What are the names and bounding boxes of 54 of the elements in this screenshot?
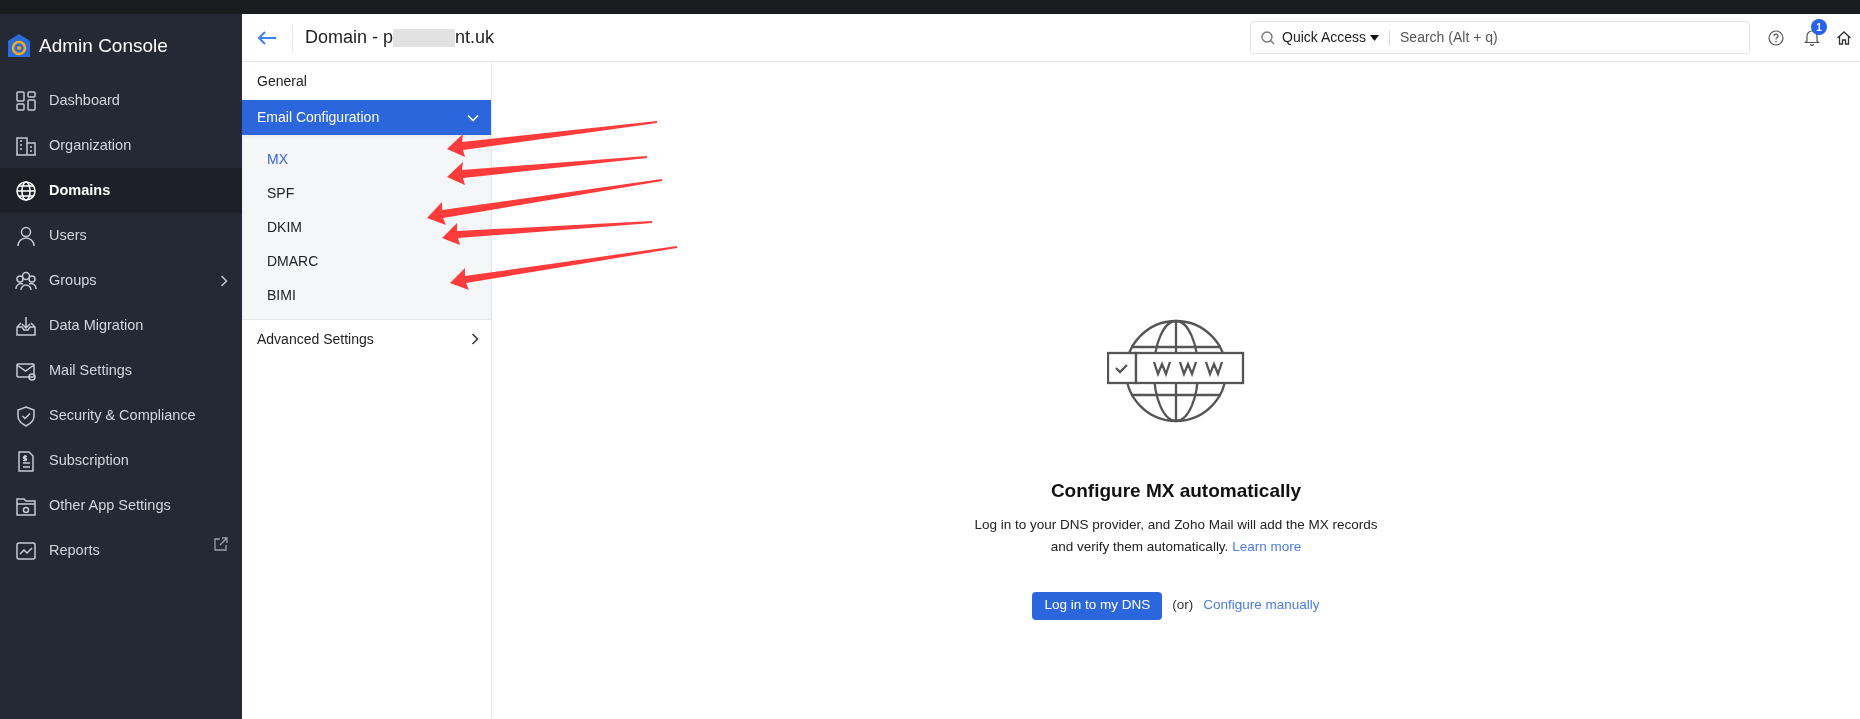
- submenu-item[interactable]: BIMI: [242, 278, 296, 312]
- chevron-right-icon: [471, 333, 479, 345]
- sidebar-item-icon: [15, 179, 37, 202]
- submenu-item[interactable]: SPF: [242, 176, 295, 210]
- sidebar-item-icon: [15, 539, 37, 562]
- search-field[interactable]: Search (Alt + q): [1400, 27, 1749, 48]
- dropdown-caret-icon: [1370, 34, 1380, 41]
- back-arrow-icon: [257, 29, 277, 46]
- separator-text: (or): [1172, 596, 1194, 615]
- submenu-item[interactable]: DKIM: [242, 210, 302, 244]
- sidebar-item-icon: [15, 134, 37, 157]
- notification-badge: 1: [1811, 19, 1827, 35]
- sidebar-item[interactable]: Dashboard: [0, 78, 242, 123]
- sidebar-item-icon: [15, 224, 37, 247]
- sidebar-item[interactable]: Groups: [0, 258, 242, 303]
- help-icon[interactable]: [1768, 29, 1784, 46]
- page-title: nt.uk: [455, 26, 495, 49]
- redacted-text: [393, 28, 456, 47]
- sidebar-item[interactable]: Organization: [0, 123, 242, 168]
- sidebar-item-icon: [15, 89, 37, 112]
- notification-bell-icon[interactable]: [1804, 29, 1820, 46]
- sidebar-item[interactable]: Security & Compliance: [0, 393, 242, 438]
- settings-menu-item[interactable]: General: [242, 62, 491, 100]
- description: Log in to your DNS provider, and Zoho Mail will add the MX records and verify them automatically. Learn more: [974, 515, 1378, 556]
- sidebar-item[interactable]: Other App Settings: [0, 483, 242, 528]
- home-icon[interactable]: [1836, 29, 1852, 46]
- sidebar-item-icon: [15, 314, 37, 337]
- sidebar-item[interactable]: Reports: [0, 528, 242, 573]
- login-dns-button[interactable]: Log in to my DNS: [1032, 591, 1163, 620]
- sidebar-item[interactable]: Users: [0, 213, 242, 258]
- sidebar-item[interactable]: Subscription: [0, 438, 242, 483]
- quick-access-dropdown[interactable]: Quick Access: [1282, 27, 1380, 48]
- sidebar-item-icon: [15, 269, 37, 292]
- settings-menu-item[interactable]: Email Configuration: [242, 100, 491, 135]
- logo-icon: [7, 33, 31, 59]
- configure-manually-link[interactable]: Configure manually: [1203, 595, 1320, 616]
- settings-menu-item[interactable]: Advanced Settings: [242, 320, 491, 358]
- chevron-right-icon: [220, 274, 228, 287]
- search-bar[interactable]: Quick Access Search (Alt + q): [1250, 21, 1750, 54]
- sidebar-item[interactable]: Domains: [0, 168, 242, 213]
- app-title: Admin Console: [39, 33, 168, 58]
- sidebar-item[interactable]: Mail Settings: [0, 348, 242, 393]
- chevron-down-icon: [467, 113, 479, 122]
- submenu-item[interactable]: MX: [242, 142, 288, 176]
- external-link-icon: [214, 537, 228, 551]
- sidebar-item[interactable]: Data Migration: [0, 303, 242, 348]
- globe-www-icon: [1107, 319, 1245, 423]
- sidebar-item-icon: [15, 449, 37, 472]
- submenu-item[interactable]: DMARC: [242, 244, 319, 278]
- page-title: Domain - p: [305, 26, 394, 49]
- heading: Configure MX automatically: [1050, 479, 1302, 503]
- search-icon: [1261, 30, 1275, 45]
- learn-more-link[interactable]: Learn more: [1232, 538, 1302, 554]
- sidebar-item-icon: [15, 404, 37, 427]
